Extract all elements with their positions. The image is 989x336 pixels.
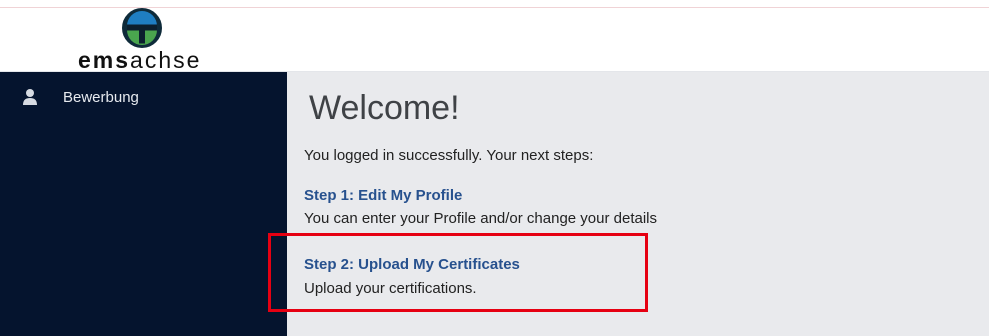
logo-wordmark: emsachse xyxy=(78,48,212,72)
intro-text: You logged in successfully. Your next st… xyxy=(304,147,594,164)
sidebar-item-label: Bewerbung xyxy=(63,89,139,106)
step2-description: Upload your certifications. xyxy=(304,280,477,297)
step2-upload-certificates-link[interactable]: Step 2: Upload My Certificates xyxy=(304,255,520,275)
sidebar-item-bewerbung[interactable]: Bewerbung xyxy=(0,86,287,114)
step1-edit-profile-link[interactable]: Step 1: Edit My Profile xyxy=(304,186,462,206)
app-header: emsachse xyxy=(0,8,989,72)
logo-wordmark-light: achse xyxy=(130,47,202,73)
emsachse-logo-icon xyxy=(122,8,162,48)
logo-wordmark-bold: ems xyxy=(78,47,131,73)
sidebar: Bewerbung xyxy=(0,72,287,336)
emsachse-logo[interactable]: emsachse xyxy=(78,8,212,72)
step1-description: You can enter your Profile and/or change… xyxy=(304,210,658,227)
page-title: Welcome! xyxy=(309,89,460,127)
main-content: Welcome! You logged in successfully. You… xyxy=(287,72,989,336)
user-icon xyxy=(23,89,37,105)
